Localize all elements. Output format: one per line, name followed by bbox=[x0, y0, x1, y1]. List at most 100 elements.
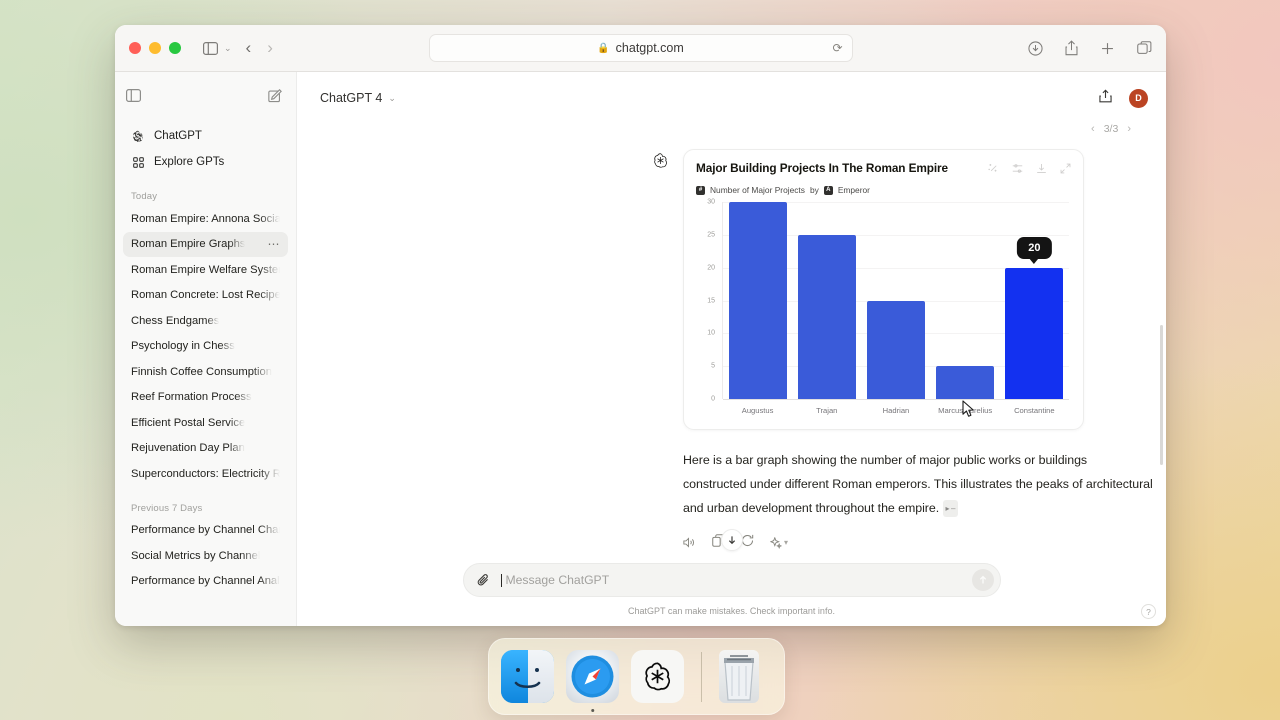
chart-bar[interactable] bbox=[867, 301, 925, 400]
back-button[interactable]: ‹ bbox=[246, 38, 252, 58]
chat-scroll-area[interactable]: ‹ 3/3 › Major bbox=[297, 115, 1166, 563]
citation-chip[interactable]: ▸ – bbox=[943, 500, 959, 517]
sidebar-toggle-icon[interactable] bbox=[126, 89, 141, 107]
y-axis-tick: 5 bbox=[711, 363, 715, 370]
x-axis-tick-label: Constantine bbox=[1001, 406, 1068, 415]
next-response-button[interactable]: › bbox=[1127, 123, 1131, 135]
sidebar-item-chatgpt[interactable]: ChatGPT bbox=[123, 123, 288, 149]
address-bar[interactable]: 🔒 chatgpt.com ⟳ bbox=[429, 34, 853, 62]
tab-overview-icon[interactable] bbox=[1137, 41, 1152, 56]
new-tab-icon[interactable] bbox=[1100, 41, 1115, 56]
sidebar-chat-item[interactable]: Performance by Channel Chart bbox=[123, 518, 288, 544]
sidebar: ChatGPT Explore GPTs Today bbox=[115, 72, 297, 626]
lock-icon: 🔒 bbox=[597, 43, 609, 54]
window-controls bbox=[129, 42, 181, 54]
chart-title: Major Building Projects In The Roman Emp… bbox=[696, 161, 948, 175]
sidebar-chat-item[interactable]: Rejuvenation Day Plan bbox=[123, 436, 288, 462]
x-axis-tick-label: Hadrian bbox=[862, 406, 929, 415]
help-button[interactable]: ? bbox=[1141, 604, 1156, 619]
chart-card-header: Major Building Projects In The Roman Emp… bbox=[696, 161, 1071, 179]
sidebar-chat-item[interactable]: Social Metrics by Channel bbox=[123, 543, 288, 569]
regenerate-icon[interactable] bbox=[741, 534, 754, 552]
assistant-message-body: Major Building Projects In The Roman Emp… bbox=[683, 149, 1166, 552]
send-button[interactable] bbox=[972, 569, 994, 591]
running-indicator bbox=[591, 709, 595, 713]
paperclip-icon[interactable] bbox=[477, 573, 490, 587]
chat-title: Performance by Channel Chart bbox=[131, 524, 280, 536]
chart-bar[interactable] bbox=[936, 366, 994, 399]
sidebar-chat-item[interactable]: Roman Empire: Annona Social We bbox=[123, 206, 288, 232]
sidebar-chat-item[interactable]: Roman Empire Welfare System bbox=[123, 257, 288, 283]
sidebar-primary-nav: ChatGPT Explore GPTs bbox=[115, 115, 296, 175]
avatar[interactable]: D bbox=[1129, 89, 1148, 108]
model-selector[interactable]: ChatGPT 4 ⌄ bbox=[313, 87, 403, 109]
sidebar-chat-item[interactable]: Psychology in Chess bbox=[123, 334, 288, 360]
prev-response-button[interactable]: ‹ bbox=[1091, 123, 1095, 135]
chat-title: Performance by Channel Analysis bbox=[131, 575, 280, 587]
answer-paragraph: Here is a bar graph showing the number o… bbox=[683, 453, 1153, 515]
vertical-scrollbar[interactable] bbox=[1160, 325, 1163, 465]
response-counter: 3/3 bbox=[1104, 123, 1119, 135]
dimension-badge-icon: A bbox=[824, 186, 833, 195]
download-icon[interactable] bbox=[1028, 41, 1043, 56]
read-aloud-icon[interactable] bbox=[683, 536, 696, 549]
magic-wand-icon[interactable] bbox=[988, 161, 999, 179]
chart-bar[interactable] bbox=[729, 202, 787, 399]
maximize-window-button[interactable] bbox=[169, 42, 181, 54]
x-axis-labels: AugustusTrajanHadrianMarcus AureliusCons… bbox=[723, 399, 1069, 421]
expand-icon[interactable] bbox=[1060, 161, 1071, 179]
sidebar-chat-item[interactable]: Superconductors: Electricity Rolls bbox=[123, 461, 288, 487]
dock-divider bbox=[701, 652, 702, 702]
chat-title: Rejuvenation Day Plan bbox=[131, 442, 245, 454]
chart-card[interactable]: Major Building Projects In The Roman Emp… bbox=[683, 149, 1084, 430]
dock-item-trash[interactable] bbox=[719, 650, 759, 703]
forward-button[interactable]: › bbox=[267, 38, 273, 58]
download-icon[interactable] bbox=[1036, 161, 1047, 179]
chat-options-icon[interactable]: ⋯ bbox=[268, 240, 281, 248]
disclaimer-text: ChatGPT can make mistakes. Check importa… bbox=[315, 597, 1148, 626]
share-icon[interactable] bbox=[1065, 40, 1078, 56]
scroll-to-bottom-button[interactable] bbox=[721, 529, 743, 551]
chat-title: Roman Empire Graphs bbox=[131, 238, 245, 250]
chat-title: Superconductors: Electricity Rolls bbox=[131, 468, 280, 480]
main-header: ChatGPT 4 ⌄ D bbox=[297, 81, 1166, 115]
sidebar-chat-item[interactable]: Chess Endgames bbox=[123, 308, 288, 334]
y-axis: 051015202530 bbox=[696, 202, 718, 399]
chat-title: Social Metrics by Channel bbox=[131, 550, 260, 562]
y-axis-tick: 0 bbox=[711, 396, 715, 403]
chart-bars: 20 bbox=[723, 202, 1069, 399]
measure-badge-icon: # bbox=[696, 186, 705, 195]
reload-icon[interactable]: ⟳ bbox=[832, 41, 842, 55]
x-axis-tick-label: Augustus bbox=[724, 406, 791, 415]
sidebar-item-explore-gpts[interactable]: Explore GPTs bbox=[123, 149, 288, 175]
sidebar-chat-item[interactable]: Reef Formation Process bbox=[123, 385, 288, 411]
share-chat-icon[interactable] bbox=[1099, 89, 1112, 108]
dock-item-chatgpt[interactable] bbox=[631, 650, 684, 703]
dock-item-safari[interactable] bbox=[566, 650, 619, 703]
chat-title: Roman Concrete: Lost Recipe bbox=[131, 289, 280, 301]
message-input-box[interactable]: Message ChatGPT bbox=[463, 563, 1001, 597]
sidebar-chat-item[interactable]: Roman Concrete: Lost Recipe bbox=[123, 283, 288, 309]
chart-bar[interactable] bbox=[798, 235, 856, 399]
new-chat-icon[interactable] bbox=[268, 88, 283, 108]
chat-title: Finnish Coffee Consumption bbox=[131, 366, 272, 378]
sidebar-chat-item[interactable]: Efficient Postal Service bbox=[123, 410, 288, 436]
sidebar-chat-item[interactable]: Performance by Channel Analysis bbox=[123, 569, 288, 595]
close-window-button[interactable] bbox=[129, 42, 141, 54]
bar-wrapper bbox=[793, 202, 860, 399]
sidebar-chat-item[interactable]: Finnish Coffee Consumption bbox=[123, 359, 288, 385]
chat-title: Chess Endgames bbox=[131, 315, 219, 327]
chart-settings-icon[interactable] bbox=[1012, 161, 1023, 179]
model-switch-icon[interactable]: ▾ bbox=[770, 537, 788, 549]
chat-title: Roman Empire Welfare System bbox=[131, 264, 280, 276]
browser-sidebar-icon[interactable] bbox=[203, 42, 218, 55]
chat-title: Psychology in Chess bbox=[131, 340, 235, 352]
sidebar-chevron-down-icon[interactable]: ⌄ bbox=[224, 43, 232, 54]
chart-bar[interactable] bbox=[1005, 268, 1063, 399]
minimize-window-button[interactable] bbox=[149, 42, 161, 54]
measure-label: Number of Major Projects bbox=[710, 185, 805, 195]
bar-wrapper: 20 bbox=[1001, 202, 1068, 399]
y-axis-tick: 20 bbox=[707, 264, 715, 271]
dock-item-finder[interactable] bbox=[501, 650, 554, 703]
sidebar-chat-item-active[interactable]: Roman Empire Graphs ⋯ bbox=[123, 232, 288, 258]
